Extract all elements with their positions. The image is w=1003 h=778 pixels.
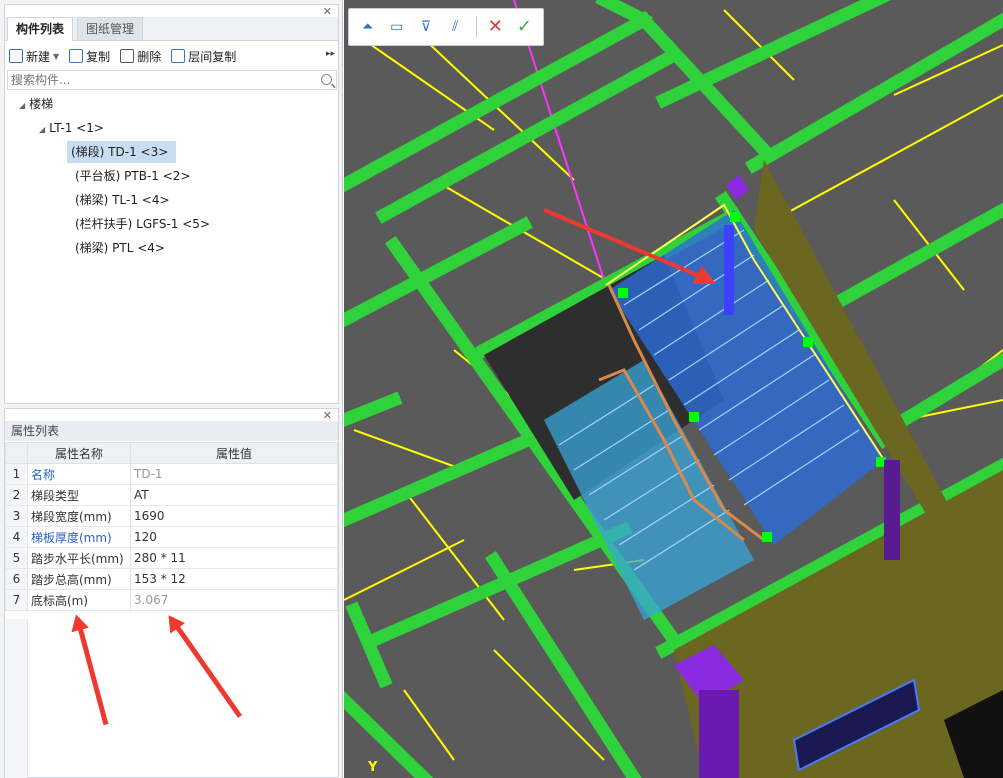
property-name: 名称 [27, 463, 131, 485]
panel-tabs: 构件列表 图纸管理 [5, 17, 338, 41]
row-number-gutter [5, 619, 28, 778]
stair-icon[interactable]: ⏶ [357, 16, 378, 38]
table-row[interactable]: 6 踏步总高(mm) 153 * 12 [5, 568, 338, 590]
row-number: 4 [5, 526, 28, 548]
floor-copy-button[interactable]: 层间复制 [171, 48, 236, 65]
floor-copy-button-label: 层间复制 [188, 49, 237, 64]
chevron-down-icon[interactable]: ▼ [53, 52, 59, 61]
row-number: 7 [5, 589, 28, 611]
component-list-panel: ✕ 构件列表 图纸管理 新建 ▼ 复制 删除 层间复制 ▸▸ 搜索构件... ◢… [4, 4, 339, 404]
table-header-row: 属性名称 属性值 [5, 442, 338, 464]
property-value[interactable]: TD-1 [130, 463, 338, 485]
tree-node-label: LT-1 <1> [49, 121, 104, 135]
property-name: 底标高(m) [27, 589, 131, 611]
stair-model-render [344, 0, 1003, 778]
property-name: 梯板厚度(mm) [27, 526, 131, 548]
tree-node-label: 楼梯 [29, 97, 54, 111]
property-table: 属性名称 属性值 1 名称 TD-1 2 梯段类型 AT 3 梯段宽度(mm) … [5, 442, 338, 611]
floor-copy-icon [171, 49, 186, 63]
search-icon[interactable] [321, 74, 332, 85]
row-number: 6 [5, 568, 28, 590]
new-button-label: 新建 [26, 49, 51, 64]
property-name: 踏步水平长(mm) [27, 547, 131, 569]
row-number: 5 [5, 547, 28, 569]
property-name: 踏步总高(mm) [27, 568, 131, 590]
3d-viewport[interactable]: ⏶ ▭ ⊽ ⫽ ✕ ✓ Y [344, 0, 1003, 778]
copy-icon [69, 49, 84, 63]
property-value[interactable]: 1690 [130, 505, 338, 527]
property-list-panel: ✕ 属性列表 属性名称 属性值 1 名称 TD-1 2 梯段类型 AT 3 梯段… [4, 408, 339, 778]
toolbar-divider [475, 16, 477, 38]
left-panel: ✕ 构件列表 图纸管理 新建 ▼ 复制 删除 层间复制 ▸▸ 搜索构件... ◢… [0, 0, 343, 778]
copy-button-label: 复制 [86, 49, 111, 64]
column-header-name: 属性名称 [27, 442, 131, 464]
column-header-value: 属性值 [130, 442, 338, 464]
delete-button[interactable]: 删除 [120, 48, 161, 65]
property-panel-title: 属性列表 [5, 421, 338, 441]
table-row[interactable]: 5 踏步水平长(mm) 280 * 11 [5, 547, 338, 569]
row-number: 2 [5, 484, 28, 506]
copy-button[interactable]: 复制 [69, 48, 110, 65]
tree-item-ptl[interactable]: (梯梁) PTL <4> [75, 237, 165, 259]
property-value[interactable]: 280 * 11 [130, 547, 338, 569]
component-toolbar: 新建 ▼ 复制 删除 层间复制 ▸▸ [5, 42, 338, 70]
close-icon[interactable]: ✕ [323, 6, 332, 17]
search-box [7, 70, 337, 90]
tree-node-stairs[interactable]: ◢ 楼梯 [19, 93, 53, 115]
table-row[interactable]: 4 梯板厚度(mm) 120 [5, 526, 338, 548]
property-value[interactable]: AT [130, 484, 338, 506]
table-row[interactable]: 2 梯段类型 AT [5, 484, 338, 506]
confirm-icon[interactable]: ✓ [514, 16, 535, 38]
property-value[interactable]: 153 * 12 [130, 568, 338, 590]
table-row[interactable]: 1 名称 TD-1 [5, 463, 338, 485]
search-input[interactable] [8, 71, 308, 89]
tab-drawing-management[interactable]: 图纸管理 [77, 17, 144, 41]
new-button[interactable]: 新建 ▼ [9, 48, 59, 65]
railing-icon[interactable]: ⊽ [415, 16, 436, 38]
trash-icon [120, 49, 135, 63]
expand-arrow-icon[interactable]: ◢ [39, 119, 45, 141]
tree-item-tl1[interactable]: (梯梁) TL-1 <4> [75, 189, 170, 211]
property-value[interactable]: 3.067 [130, 589, 338, 611]
tree-item-td1[interactable]: (梯段) TD-1 <3> [67, 141, 177, 163]
view-toolbar: ⏶ ▭ ⊽ ⫽ ✕ ✓ [348, 8, 544, 46]
close-icon[interactable]: ✕ [323, 410, 332, 421]
row-number: 1 [5, 463, 28, 485]
tab-component-list[interactable]: 构件列表 [7, 17, 74, 41]
slab-icon[interactable]: ▭ [386, 16, 407, 38]
row-number: 3 [5, 505, 28, 527]
new-file-icon [9, 49, 23, 63]
delete-button-label: 删除 [137, 49, 162, 64]
property-name: 梯段类型 [27, 484, 131, 506]
tree-node-lt1[interactable]: ◢ LT-1 <1> [39, 117, 104, 139]
table-row[interactable]: 7 底标高(m) 3.067 [5, 589, 338, 611]
more-icon[interactable]: ▸▸ [326, 49, 335, 59]
tree-item-ptb1[interactable]: (平台板) PTB-1 <2> [75, 165, 191, 187]
cancel-icon[interactable]: ✕ [485, 16, 506, 38]
row-number-header [5, 442, 28, 464]
table-row[interactable]: 3 梯段宽度(mm) 1690 [5, 505, 338, 527]
expand-arrow-icon[interactable]: ◢ [19, 95, 25, 117]
property-value[interactable]: 120 [130, 526, 338, 548]
property-name: 梯段宽度(mm) [27, 505, 131, 527]
axis-label-y: Y [368, 760, 378, 775]
hatch-icon[interactable]: ⫽ [445, 16, 466, 38]
tree-item-lgfs1[interactable]: (栏杆扶手) LGFS-1 <5> [75, 213, 210, 235]
